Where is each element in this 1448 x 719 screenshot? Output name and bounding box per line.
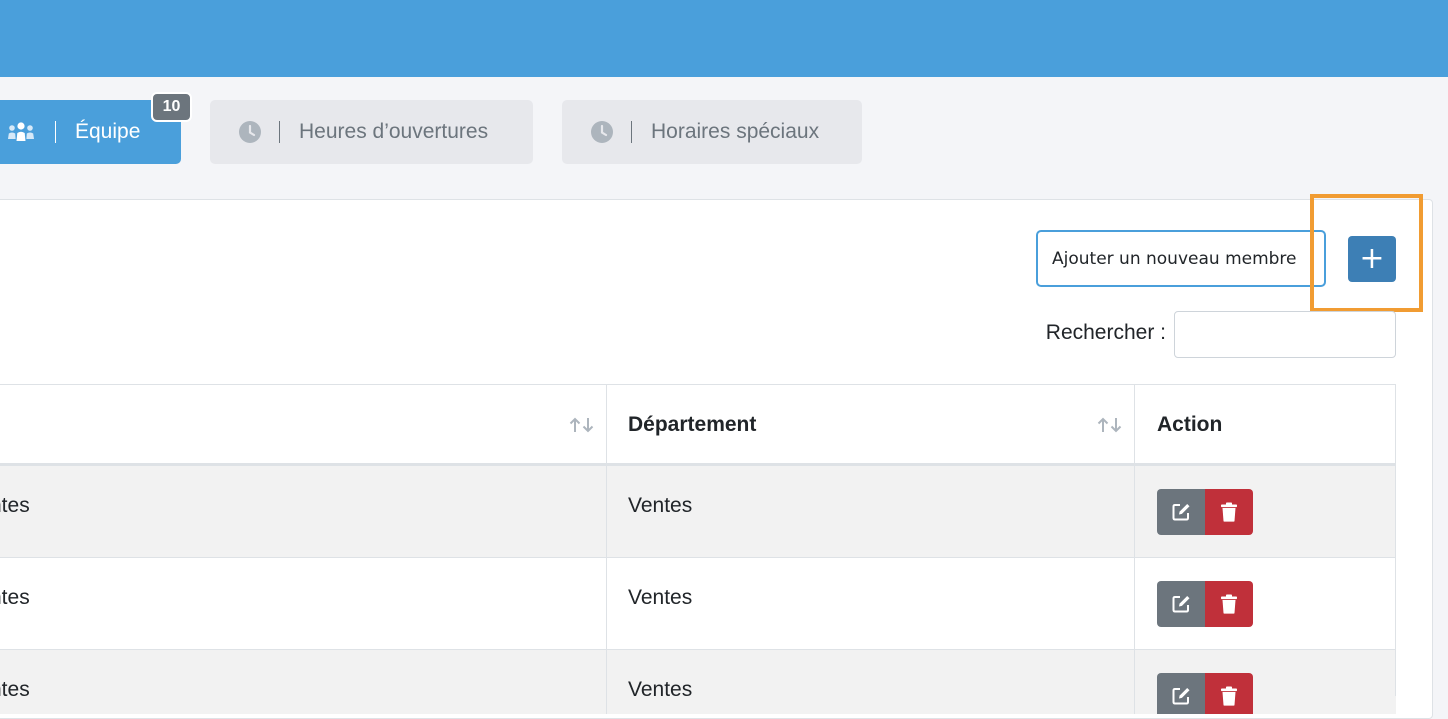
tab-label: Heures d’ouvertures [299, 120, 489, 143]
delete-button[interactable] [1205, 489, 1253, 535]
table-row: ntes Ventes [0, 558, 1396, 650]
edit-icon [1172, 688, 1190, 705]
sort-icon[interactable] [1097, 417, 1123, 438]
cell-department: Ventes [628, 586, 693, 609]
row-actions [1157, 581, 1253, 627]
search-input[interactable] [1174, 311, 1396, 358]
column-header-department[interactable]: Département [628, 413, 756, 437]
edit-icon [1172, 504, 1190, 521]
tab-separator [279, 121, 280, 143]
clock-icon [238, 120, 262, 144]
table-right-border [1395, 384, 1396, 696]
cell-name: ntes [0, 586, 30, 609]
clock-icon [590, 120, 614, 144]
trash-icon [1221, 502, 1237, 522]
table-row: ntes Ventes [0, 466, 1396, 558]
tab-label: Équipe [75, 120, 141, 143]
cell-name: ntes [0, 678, 30, 701]
cell-department: Ventes [628, 678, 693, 701]
column-header-action: Action [1157, 413, 1223, 436]
edit-button[interactable] [1157, 673, 1205, 714]
delete-button[interactable] [1205, 673, 1253, 714]
tab-opening-hours[interactable]: Heures d’ouvertures [210, 100, 533, 164]
team-icon [6, 121, 36, 143]
tab-label: Horaires spéciaux [651, 120, 820, 143]
column-divider [606, 384, 607, 714]
table-header: Département Action [0, 384, 1396, 466]
table-row: ntes Ventes [0, 650, 1396, 714]
row-actions [1157, 673, 1253, 714]
new-member-input[interactable] [1036, 230, 1326, 287]
team-count-badge: 10 [151, 92, 192, 122]
edit-button[interactable] [1157, 581, 1205, 627]
search-label: Rechercher : [1045, 321, 1166, 344]
tab-separator [631, 121, 632, 143]
edit-icon [1172, 596, 1190, 613]
tab-special-hours[interactable]: Horaires spéciaux [562, 100, 862, 164]
row-actions [1157, 489, 1253, 535]
tab-separator [55, 121, 56, 143]
add-member-button[interactable]: + [1348, 236, 1396, 282]
cell-name: ntes [0, 494, 30, 517]
sort-icon[interactable] [569, 417, 595, 438]
column-divider [1134, 384, 1135, 714]
team-table: Département Action ntes Ventes [0, 384, 1396, 714]
trash-icon [1221, 594, 1237, 614]
edit-button[interactable] [1157, 489, 1205, 535]
top-bar [0, 0, 1448, 77]
delete-button[interactable] [1205, 581, 1253, 627]
trash-icon [1221, 686, 1237, 706]
cell-department: Ventes [628, 494, 693, 517]
